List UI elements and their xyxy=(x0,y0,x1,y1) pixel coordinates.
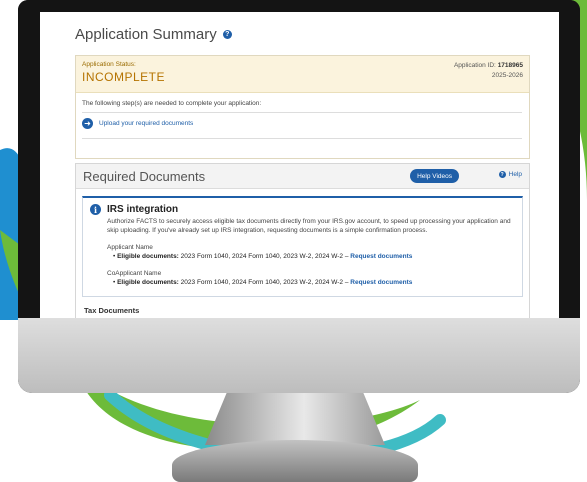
status-panel: Application Status: INCOMPLETE Applicati… xyxy=(75,55,530,159)
application-id: Application ID: 1718965 2025-2026 xyxy=(454,61,523,81)
request-documents-link[interactable]: Request documents xyxy=(350,279,412,286)
tax-documents-heading: Tax Documents xyxy=(84,306,140,315)
status-label: Application Status: xyxy=(82,61,136,68)
required-documents-header: Required Documents Help Videos ? Help xyxy=(76,164,529,189)
info-icon: i xyxy=(90,204,101,215)
required-documents-panel: Required Documents Help Videos ? Help i … xyxy=(75,163,530,318)
help-videos-button[interactable]: Help Videos xyxy=(410,169,459,183)
screen: Application Summary ? Application Status… xyxy=(40,12,559,318)
page-title: Application Summary ? xyxy=(75,26,232,43)
monitor-chin xyxy=(18,318,580,393)
eligible-label: Eligible documents: xyxy=(117,253,179,260)
app-id-value: 1718965 xyxy=(497,62,523,69)
upload-row[interactable]: ➜ Upload your required documents xyxy=(82,118,193,129)
app-id-label: Application ID: xyxy=(453,62,496,69)
coapplicant-eligible-docs: • Eligible documents: 2023 Form 1040, 20… xyxy=(113,279,413,286)
applicant-eligible-docs: • Eligible documents: 2023 Form 1040, 20… xyxy=(113,253,413,260)
monitor-stand xyxy=(205,393,385,445)
required-documents-title: Required Documents xyxy=(83,169,206,184)
coapplicant-name: CoApplicant Name xyxy=(107,270,162,277)
divider xyxy=(82,112,522,113)
arrow-right-icon[interactable]: ➜ xyxy=(82,118,93,129)
upload-documents-link[interactable]: Upload your required documents xyxy=(99,120,193,127)
page-title-text: Application Summary xyxy=(75,26,217,43)
status-value: INCOMPLETE xyxy=(82,70,166,84)
irs-title: IRS integration xyxy=(107,204,179,215)
info-icon[interactable]: ? xyxy=(222,30,232,39)
help-label[interactable]: Help xyxy=(509,171,522,178)
irs-description: Authorize FACTS to securely access eligi… xyxy=(107,218,511,234)
status-band: Application Status: INCOMPLETE Applicati… xyxy=(76,56,529,93)
steps-text: The following step(s) are needed to comp… xyxy=(82,100,262,107)
monitor-base xyxy=(172,440,418,482)
coapplicant-docs-list: 2023 Form 1040, 2024 Form 1040, 2023 W-2… xyxy=(180,279,349,286)
help-link[interactable]: ? Help xyxy=(498,171,522,178)
irs-integration-box: i IRS integration Authorize FACTS to sec… xyxy=(82,196,523,297)
monitor: Application Summary ? Application Status… xyxy=(18,0,580,393)
eligible-label: Eligible documents: xyxy=(117,279,179,286)
divider xyxy=(82,138,522,139)
request-documents-link[interactable]: Request documents xyxy=(350,253,412,260)
app-year: 2025-2026 xyxy=(491,72,523,79)
applicant-docs-list: 2023 Form 1040, 2024 Form 1040, 2023 W-2… xyxy=(180,253,349,260)
applicant-name: Applicant Name xyxy=(107,244,153,251)
question-icon[interactable]: ? xyxy=(498,171,506,178)
